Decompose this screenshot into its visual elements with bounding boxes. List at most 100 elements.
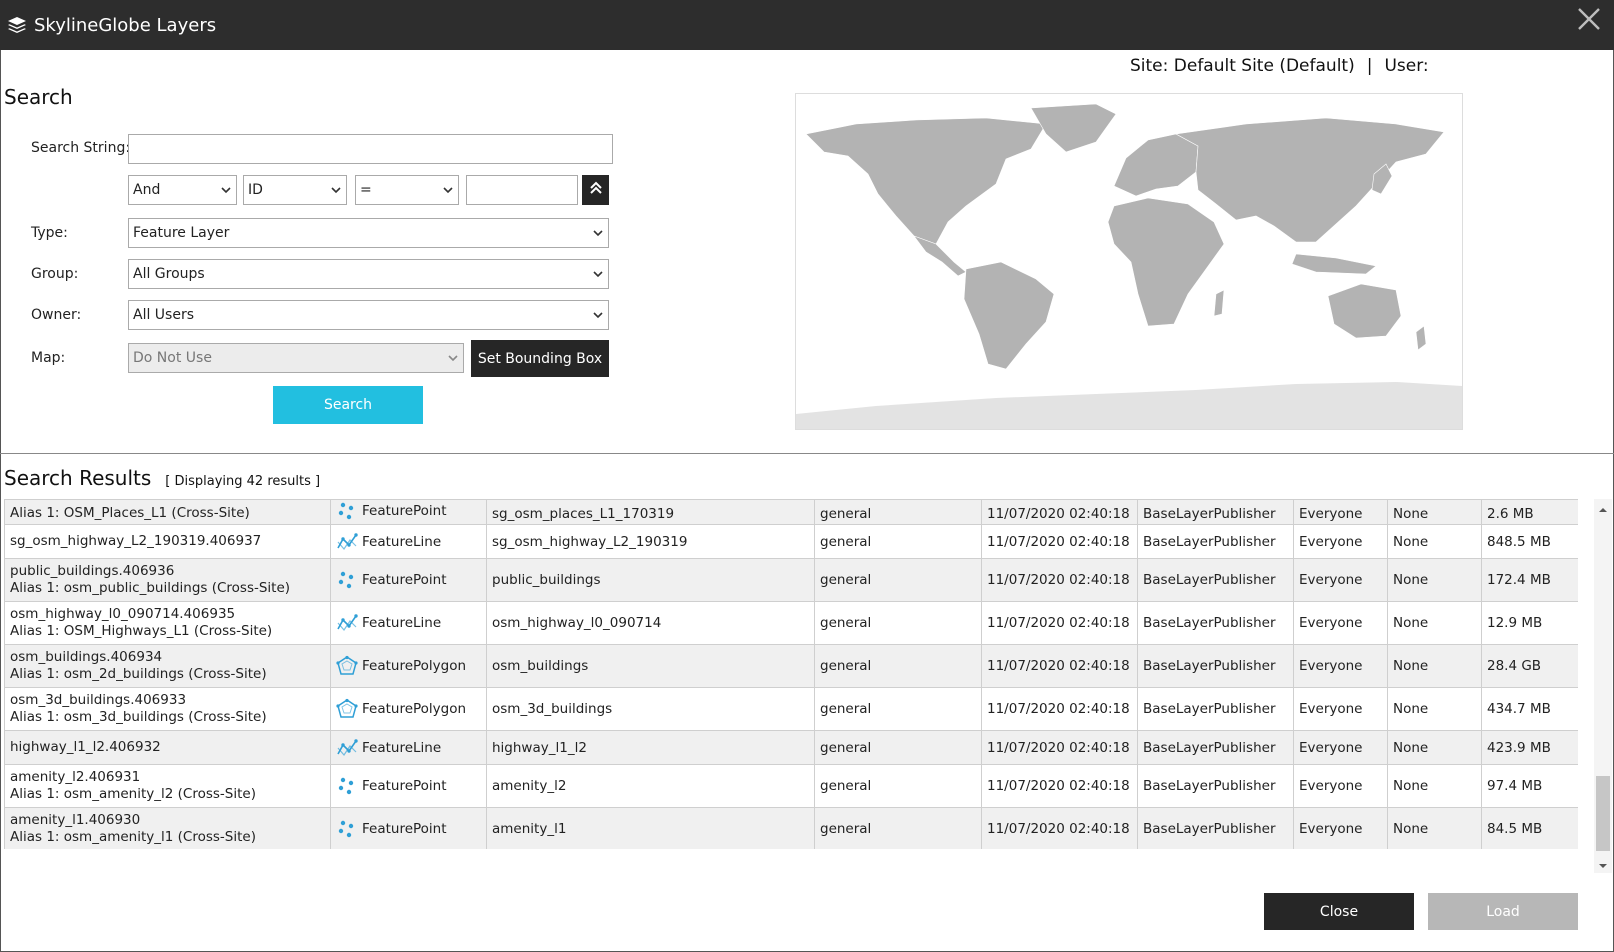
scrollbar-thumb[interactable] (1596, 776, 1610, 851)
scroll-down-icon[interactable] (1598, 859, 1608, 869)
table-row[interactable]: Alias 1: OSM_Places_L1 (Cross-Site) Featu… (4, 499, 1578, 525)
cell-date: 11/07/2020 02:40:18 (981, 558, 1138, 602)
feature-point-icon (336, 569, 358, 591)
row-alias: Alias 1: OSM_Highways_L1 (Cross-Site) (10, 623, 273, 639)
table-row[interactable]: highway_l1_l2.406932 FeatureLine highway_l… (4, 730, 1578, 765)
row-alias: Alias 1: osm_2d_buildings (Cross-Site) (10, 666, 267, 682)
cell-layer: public_buildings (486, 558, 815, 602)
window-close-icon[interactable] (1574, 4, 1604, 34)
cell-layer: highway_l1_l2 (486, 730, 815, 765)
cell-access: Everyone (1293, 730, 1388, 765)
row-name: highway_l1_l2.406932 (10, 739, 161, 755)
chevron-down-icon (592, 268, 604, 280)
cell-policy: None (1387, 644, 1482, 688)
user-label: User: (1384, 56, 1429, 76)
site-info: Site: Default Site (Default) | User: (1130, 56, 1429, 76)
cell-size: 172.4 MB (1481, 558, 1578, 602)
logic-select[interactable]: And (128, 175, 237, 205)
table-row[interactable]: public_buildings.406936 Alias 1: osm_publ… (4, 558, 1578, 602)
feature-line-icon (336, 531, 358, 553)
greenland-shape (1030, 103, 1117, 153)
asia-shape (1175, 117, 1445, 243)
table-row[interactable]: amenity_l2.406931 Alias 1: osm_amenity_l2… (4, 764, 1578, 808)
criteria-input[interactable] (466, 175, 578, 205)
search-results-title: Search Results (4, 466, 152, 490)
cell-type: FeaturePoint (330, 764, 487, 808)
cell-layer: amenity_l2 (486, 764, 815, 808)
search-button[interactable]: Search (273, 386, 423, 424)
operator-select[interactable]: = (355, 175, 459, 205)
group-label: Group: (31, 266, 79, 282)
cell-layer: sg_osm_places_L1_170319 (486, 499, 815, 525)
close-button[interactable]: Close (1264, 893, 1414, 930)
table-row[interactable]: sg_osm_highway_L2_190319.406937 FeatureLi… (4, 524, 1578, 559)
cell-policy: None (1387, 764, 1482, 808)
table-row[interactable]: osm_3d_buildings.406933 Alias 1: osm_3d_b… (4, 687, 1578, 731)
row-type: FeatureLine (362, 739, 442, 756)
row-alias: Alias 1: OSM_Places_L1 (Cross-Site) (10, 505, 250, 521)
cell-size: 848.5 MB (1481, 524, 1578, 559)
cell-access: Everyone (1293, 524, 1388, 559)
cell-name: osm_buildings.406934 Alias 1: osm_2d_buil… (4, 644, 331, 688)
load-button[interactable]: Load (1428, 893, 1578, 930)
africa-shape (1107, 197, 1225, 327)
cell-policy: None (1387, 807, 1482, 849)
cell-size: 12.9 MB (1481, 601, 1578, 645)
site-separator: | (1366, 56, 1373, 76)
field-select[interactable]: ID (243, 175, 347, 205)
feature-line-icon (336, 737, 358, 759)
feature-polygon-icon (336, 698, 358, 720)
cell-type: FeaturePoint (330, 558, 487, 602)
collapse-criteria-button[interactable] (582, 175, 609, 205)
cell-name: amenity_l2.406931 Alias 1: osm_amenity_l2… (4, 764, 331, 808)
cell-category: general (814, 687, 982, 731)
cell-access: Everyone (1293, 687, 1388, 731)
table-row[interactable]: osm_buildings.406934 Alias 1: osm_2d_buil… (4, 644, 1578, 688)
group-select[interactable]: All Groups (128, 259, 609, 289)
title-bar: SkylineGlobe Layers (0, 0, 1614, 50)
madagascar-shape (1213, 289, 1225, 317)
site-label: Site: Default Site (Default) (1130, 56, 1355, 76)
scroll-up-icon[interactable] (1598, 503, 1608, 513)
central-america-shape (913, 235, 967, 277)
new-zealand-shape (1415, 325, 1427, 351)
table-row[interactable]: amenity_l1.406930 Alias 1: osm_amenity_l1… (4, 807, 1578, 849)
cell-owner: BaseLayerPublisher (1137, 730, 1294, 765)
results-scrollbar[interactable] (1594, 499, 1612, 873)
cell-policy: None (1387, 558, 1482, 602)
cell-category: general (814, 730, 982, 765)
cell-layer: osm_buildings (486, 644, 815, 688)
row-type: FeatureLine (362, 615, 442, 631)
cell-date: 11/07/2020 02:40:18 (981, 601, 1138, 645)
cell-date: 11/07/2020 02:40:18 (981, 499, 1138, 525)
cell-owner: BaseLayerPublisher (1137, 558, 1294, 602)
row-name: public_buildings.406936 (10, 563, 175, 579)
cell-name: osm_highway_l0_090714.406935 Alias 1: OSM… (4, 601, 331, 645)
row-type: FeaturePolygon (362, 658, 467, 674)
table-row[interactable]: osm_highway_l0_090714.406935 Alias 1: OSM… (4, 601, 1578, 645)
logic-select-value: And (133, 182, 161, 198)
search-results-header: Search Results [ Displaying 42 results ] (4, 466, 320, 490)
cell-owner: BaseLayerPublisher (1137, 644, 1294, 688)
set-bounding-box-button[interactable]: Set Bounding Box (471, 340, 609, 377)
row-type: FeatureLine (362, 533, 442, 550)
owner-label: Owner: (31, 307, 82, 323)
row-name: osm_highway_l0_090714.406935 (10, 606, 236, 622)
results-table: Alias 1: OSM_Places_L1 (Cross-Site) Featu… (4, 499, 1578, 849)
cell-category: general (814, 558, 982, 602)
cell-name: sg_osm_highway_L2_190319.406937 (4, 524, 331, 559)
search-string-input[interactable] (128, 134, 613, 164)
row-type: FeaturePolygon (362, 701, 467, 717)
cell-type: FeatureLine (330, 730, 487, 765)
world-map[interactable] (795, 93, 1463, 430)
cell-date: 11/07/2020 02:40:18 (981, 764, 1138, 808)
row-name: osm_3d_buildings.406933 (10, 692, 187, 708)
map-label: Map: (31, 350, 66, 366)
map-select[interactable]: Do Not Use (128, 343, 464, 373)
owner-select[interactable]: All Users (128, 300, 609, 330)
cell-size: 434.7 MB (1481, 687, 1578, 731)
cell-size: 84.5 MB (1481, 807, 1578, 849)
layers-icon (6, 14, 28, 36)
type-select[interactable]: Feature Layer (128, 218, 609, 248)
cell-category: general (814, 601, 982, 645)
